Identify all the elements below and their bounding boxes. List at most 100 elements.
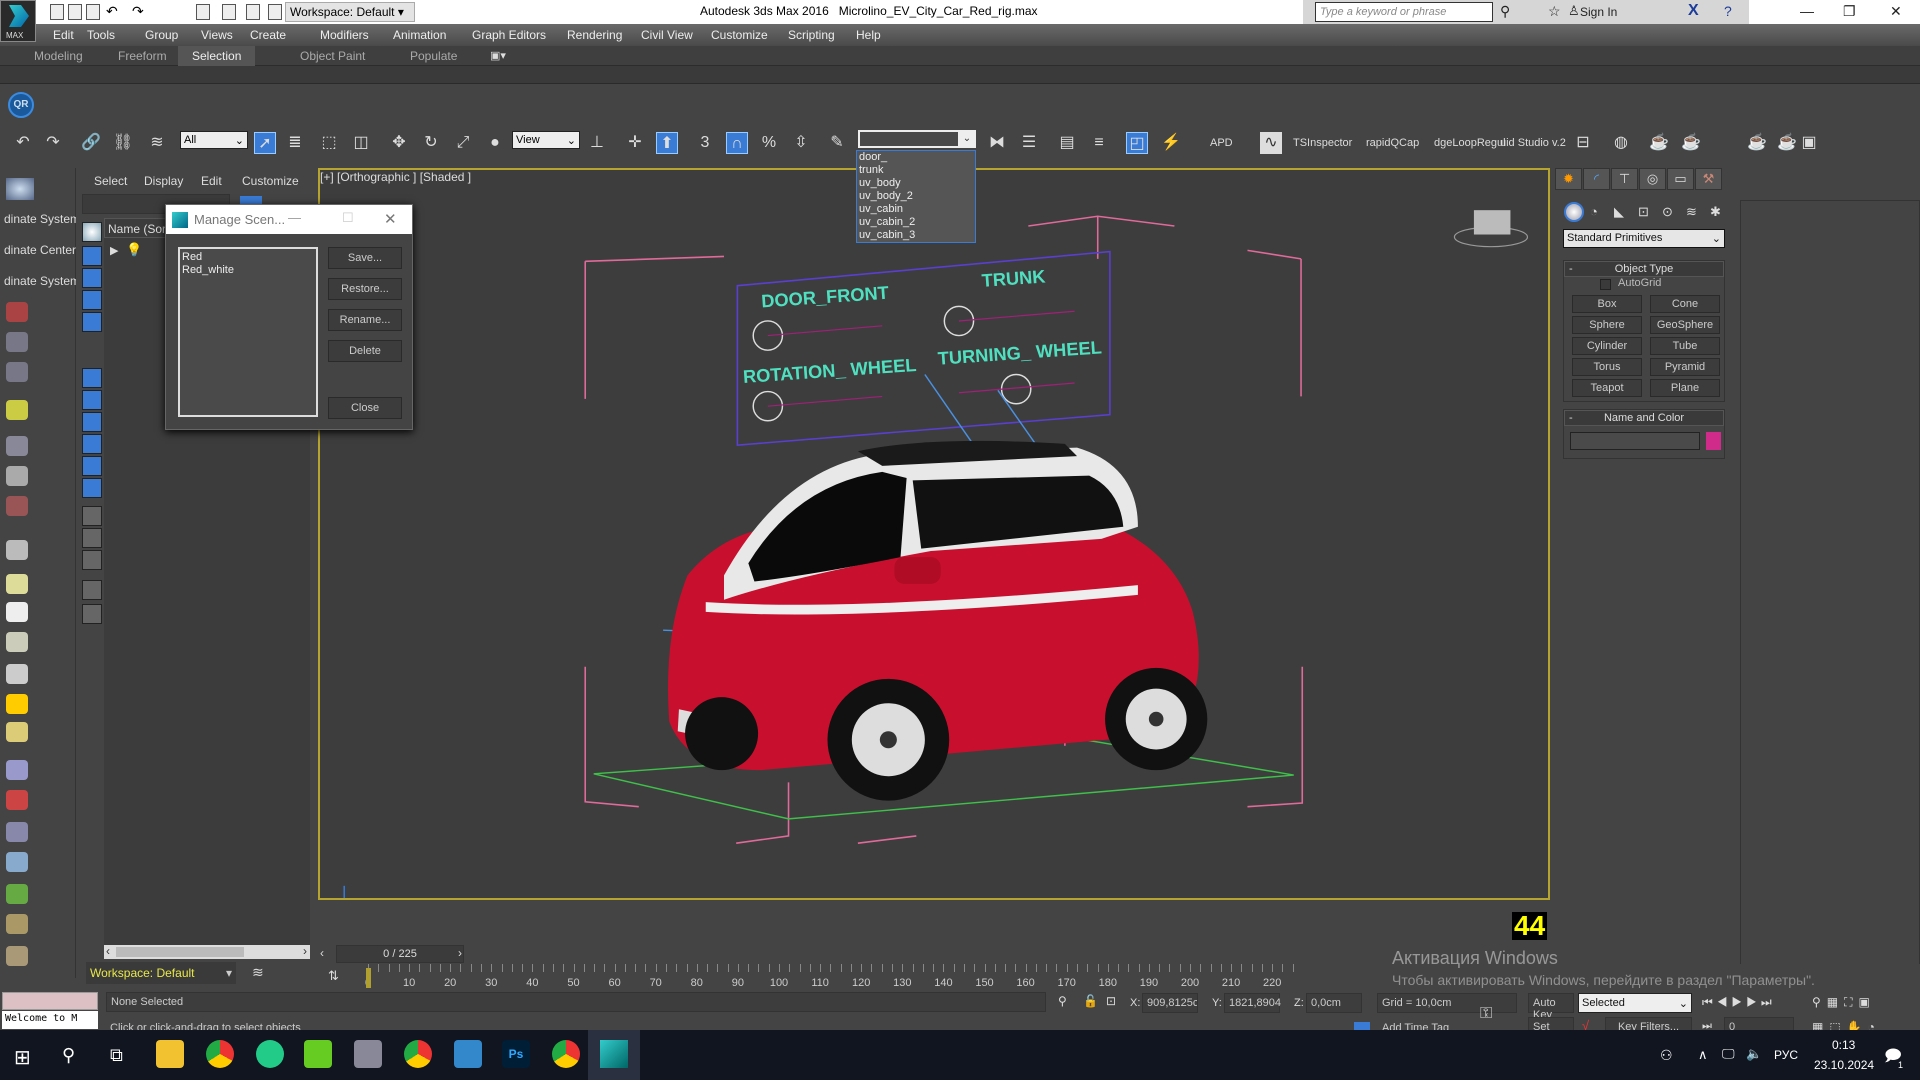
explorer-menu-select[interactable]: Select [94,174,127,188]
sign-in-link[interactable]: Sign In [1580,5,1617,19]
transform-gizmo-icon[interactable]: ✛ [624,132,646,154]
primitive-box-button[interactable]: Box [1572,295,1642,313]
current-frame-marker[interactable] [366,968,371,988]
light-bulb-icon[interactable]: 💡 [126,242,142,258]
named-selection-option[interactable]: door_ [857,151,975,164]
restore-button[interactable]: Restore... [328,278,402,300]
scroll-right-icon[interactable]: › [303,944,307,958]
quad-remesher-button[interactable]: QR [8,92,34,118]
coordinate-system-label[interactable]: dinate System [4,212,80,226]
render-online-icon[interactable]: ▣ [1798,132,1820,154]
playback-controls[interactable]: ⏮◀▶▶⏭ [1702,995,1776,1010]
restore-button[interactable]: ❐ [1843,3,1856,20]
absolute-mode-icon[interactable]: ⊡ [1106,994,1116,1008]
minimize-button[interactable]: — [1800,3,1814,19]
schematic-icon[interactable] [6,362,28,382]
light-lister-icon[interactable] [6,400,28,420]
windows-start-icon[interactable]: ⊞ [14,1045,31,1070]
uid-studio-button[interactable]: uid Studio v.2 [1500,137,1566,149]
app-menu-button[interactable]: MAX [0,0,36,42]
3dsmax-taskbar-active[interactable] [588,1030,640,1080]
workspace-select[interactable]: Workspace: Default ▾ [285,2,415,22]
primitive-category-select[interactable]: Standard Primitives ⌄ [1563,229,1725,248]
particle-icon[interactable] [6,760,28,780]
display-helpers-icon[interactable] [82,312,102,332]
tsinspector-icon[interactable]: ∿ [1260,132,1282,154]
undo-icon[interactable]: ↶ [106,3,118,20]
language-indicator[interactable]: РУС [1774,1048,1798,1062]
modify-tab-icon[interactable]: ◜ [1583,168,1610,190]
explorer-menu-customize[interactable]: Customize [242,174,299,188]
tab-object-paint[interactable]: Object Paint [300,49,365,63]
scene-explorer-icon[interactable]: ▤ [1056,132,1078,154]
chrome-profile-icon[interactable] [552,1040,580,1068]
x-coordinate-field[interactable]: 909,8125cı [1142,993,1198,1013]
coordinate-system-label[interactable]: dinate System [4,274,80,288]
bones-icon[interactable] [6,822,28,842]
resource-monitor-icon[interactable] [354,1040,382,1068]
curve-editor-mini-icon[interactable]: ⇅ [328,968,339,984]
pivot-center-icon[interactable]: ⊥ [586,132,608,154]
primitive-tube-button[interactable]: Tube [1650,337,1720,355]
redo-icon[interactable]: ↷ [132,3,144,20]
scene-state-item[interactable]: Red_white [182,264,314,277]
tab-freeform[interactable]: Freeform [118,49,167,63]
chrome-icon[interactable] [206,1040,234,1068]
scale-icon[interactable]: ⤢ [452,132,474,154]
dot-icon[interactable] [6,946,28,966]
spacewarps-category-icon[interactable]: ≋ [1686,204,1697,220]
sphere-icon[interactable] [6,574,28,594]
viewport-orthographic[interactable]: DOOR_FRONT TRUNK ROTATION_ WHEEL TURNING… [318,168,1550,917]
named-selection-sets-input[interactable]: ⌄ [858,130,976,148]
apd-button[interactable]: APD [1210,137,1233,149]
reaction-icon[interactable] [6,466,28,486]
cameras-category-icon[interactable]: ⊡ [1638,204,1649,220]
trunk-control-circle[interactable] [943,305,975,337]
align-icon[interactable]: ☰ [1018,132,1040,154]
new-file-icon[interactable] [50,4,64,20]
close-button[interactable]: ✕ [1890,3,1902,20]
key-mode-select[interactable]: Selected ⌄ [1578,993,1692,1013]
tab-populate[interactable]: Populate [410,49,457,63]
primitive-sphere-button[interactable]: Sphere [1572,316,1642,334]
ribbon-options-icon[interactable]: ▣▾ [490,49,506,62]
menu-edit[interactable]: Edit [53,28,74,42]
primitive-teapot-button[interactable]: Teapot [1572,379,1642,397]
menu-tools[interactable]: Tools [87,28,115,42]
primitive-torus-button[interactable]: Torus [1572,358,1642,376]
next-frame-icon[interactable]: › [458,946,462,960]
maxscript-input[interactable]: Welcome to M [2,1011,98,1029]
coordinate-center-label[interactable]: dinate Center [4,243,76,257]
scene-state-item[interactable]: Red [182,251,314,264]
display-tab-icon[interactable]: ▭ [1667,168,1694,190]
close-dialog-button[interactable]: Close [328,397,402,419]
rotate-icon[interactable]: ↻ [420,132,442,154]
people-icon[interactable]: ⚇ [1660,1047,1673,1064]
menu-animation[interactable]: Animation [393,28,446,42]
viewport-label[interactable]: [+] [Orthographic ] [Shaded ] [320,170,471,184]
bind-space-warp-icon[interactable]: ≋ [146,132,168,154]
car-model[interactable] [668,440,1208,801]
display-cameras-icon[interactable] [82,290,102,310]
render-iterative-icon[interactable]: ☕ [1776,132,1798,154]
render-setup-icon[interactable]: ☕ [1648,132,1670,154]
menu-civil-view[interactable]: Civil View [641,28,693,42]
viewcube[interactable] [1453,210,1529,248]
rendered-frame-icon[interactable]: ☕ [1680,132,1702,154]
menu-help[interactable]: Help [856,28,881,42]
sun-icon[interactable] [6,694,28,714]
scene-states-icon[interactable]: ◰ [1126,132,1148,154]
primitive-cylinder-button[interactable]: Cylinder [1572,337,1642,355]
clock-date[interactable]: 23.10.2024 [1814,1058,1874,1072]
motion-tab-icon[interactable]: ◎ [1639,168,1666,190]
named-selection-option[interactable]: uv_cabin_3 [857,229,975,242]
display-shapes-icon[interactable] [82,246,102,266]
menu-views[interactable]: Views [201,28,233,42]
select-object-icon[interactable]: ➚ [254,132,276,154]
teapot-icon[interactable] [6,178,34,200]
set-key-mode-icon[interactable]: ⚿ [1480,1005,1492,1023]
redo-icon[interactable]: ↷ [42,132,64,154]
helpers-category-icon[interactable]: ⊙ [1662,204,1673,220]
named-selection-option[interactable]: trunk [857,164,975,177]
render-icon[interactable]: ☕ [1746,132,1768,154]
